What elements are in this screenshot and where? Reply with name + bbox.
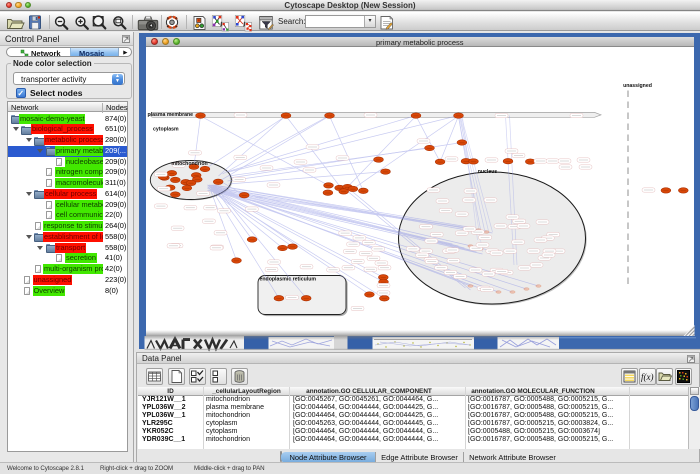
svg-text:endoplasmic reticulum: endoplasmic reticulum [259, 276, 316, 282]
svg-text:f(x): f(x) [641, 372, 654, 382]
svg-text:plasma membrane: plasma membrane [147, 112, 193, 118]
svg-text:cytoplasm: cytoplasm [153, 127, 179, 133]
svg-text:mitochondrion: mitochondrion [171, 161, 207, 167]
svg-text:unassigned: unassigned [623, 83, 652, 89]
svg-text:nucleus: nucleus [477, 169, 497, 175]
